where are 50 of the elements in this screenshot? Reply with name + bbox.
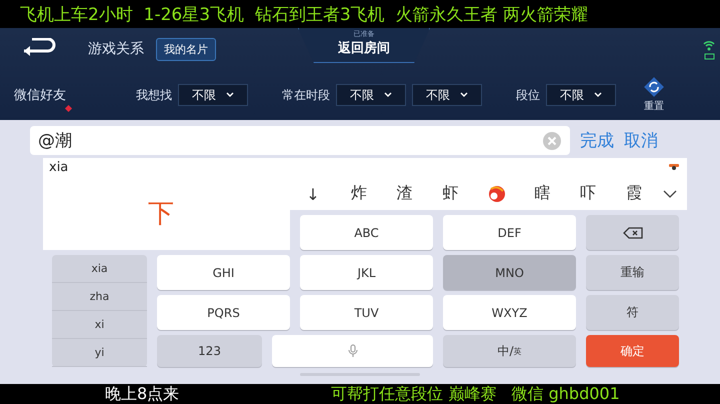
candidate[interactable]: 虾 xyxy=(428,183,474,204)
my-card-button[interactable]: 我的名片 xyxy=(156,38,216,60)
key[interactable]: GHI xyxy=(157,255,290,290)
pinyin-text: xia xyxy=(49,160,68,175)
caption-text: 可帮打任意段位 巅峰赛 微信 ghbd001 xyxy=(331,384,620,404)
filter-dropdown[interactable]: 不限 xyxy=(336,84,406,106)
candidate[interactable]: 瞎 xyxy=(519,183,566,204)
chevron-down-icon xyxy=(384,92,392,98)
banner-text: 飞机上车2小时 1-26星3飞机 钻石到王者3飞机 火箭永久王者 两火箭荣耀 xyxy=(20,4,588,26)
emoji-icon[interactable] xyxy=(486,184,506,204)
chevron-down-icon xyxy=(460,92,468,98)
filter-label: 常在时段 xyxy=(282,86,330,104)
filter-dropdown[interactable]: 不限 xyxy=(546,84,616,106)
key[interactable]: JKL xyxy=(300,255,433,290)
section-title: 游戏关系 xyxy=(88,40,144,58)
skin-icon xyxy=(669,164,679,170)
filter-dropdown[interactable]: 不限 xyxy=(178,84,248,106)
candidate[interactable]: 吓 xyxy=(565,183,612,204)
candidate[interactable]: 霞 xyxy=(611,183,657,204)
syllable-option[interactable]: xia xyxy=(52,255,147,283)
key[interactable]: TUV xyxy=(300,295,433,330)
key[interactable]: DEF xyxy=(443,215,576,250)
caption-text: 晚上8点来 xyxy=(105,384,180,404)
key[interactable]: 重输 xyxy=(586,255,679,290)
chevron-down-icon xyxy=(226,92,234,98)
preview-character: 下 xyxy=(148,198,174,231)
candidate[interactable]: ↓ xyxy=(290,185,336,204)
microphone-icon xyxy=(346,344,360,358)
expand-icon[interactable] xyxy=(663,190,677,198)
key[interactable]: PQRS xyxy=(157,295,290,330)
filter-label: 段位 xyxy=(516,86,540,104)
reset-label: 重置 xyxy=(644,100,664,113)
key[interactable]: 符 xyxy=(586,295,679,330)
confirm-key[interactable]: 确定 xyxy=(586,335,679,367)
candidate[interactable]: 渣 xyxy=(382,183,428,204)
syllable-option[interactable]: yi xyxy=(52,339,147,367)
numbers-key[interactable]: 123 xyxy=(157,335,262,367)
syllable-option[interactable]: zha xyxy=(52,283,147,311)
key[interactable]: ABC xyxy=(300,215,433,250)
sidebar-item[interactable]: 微信好友 xyxy=(14,86,124,104)
filter-label: 我想找 xyxy=(136,86,172,104)
chevron-down-icon xyxy=(594,92,602,98)
search-field[interactable]: @潮 xyxy=(30,126,570,155)
key[interactable]: WXYZ xyxy=(443,295,576,330)
key[interactable]: MNO xyxy=(443,255,576,290)
return-room-label: 返回房间 xyxy=(338,40,390,57)
filter-dropdown[interactable]: 不限 xyxy=(412,84,482,106)
syllable-option[interactable]: xi xyxy=(52,311,147,339)
candidate[interactable]: 炸 xyxy=(336,183,382,204)
backspace-icon xyxy=(622,226,642,238)
